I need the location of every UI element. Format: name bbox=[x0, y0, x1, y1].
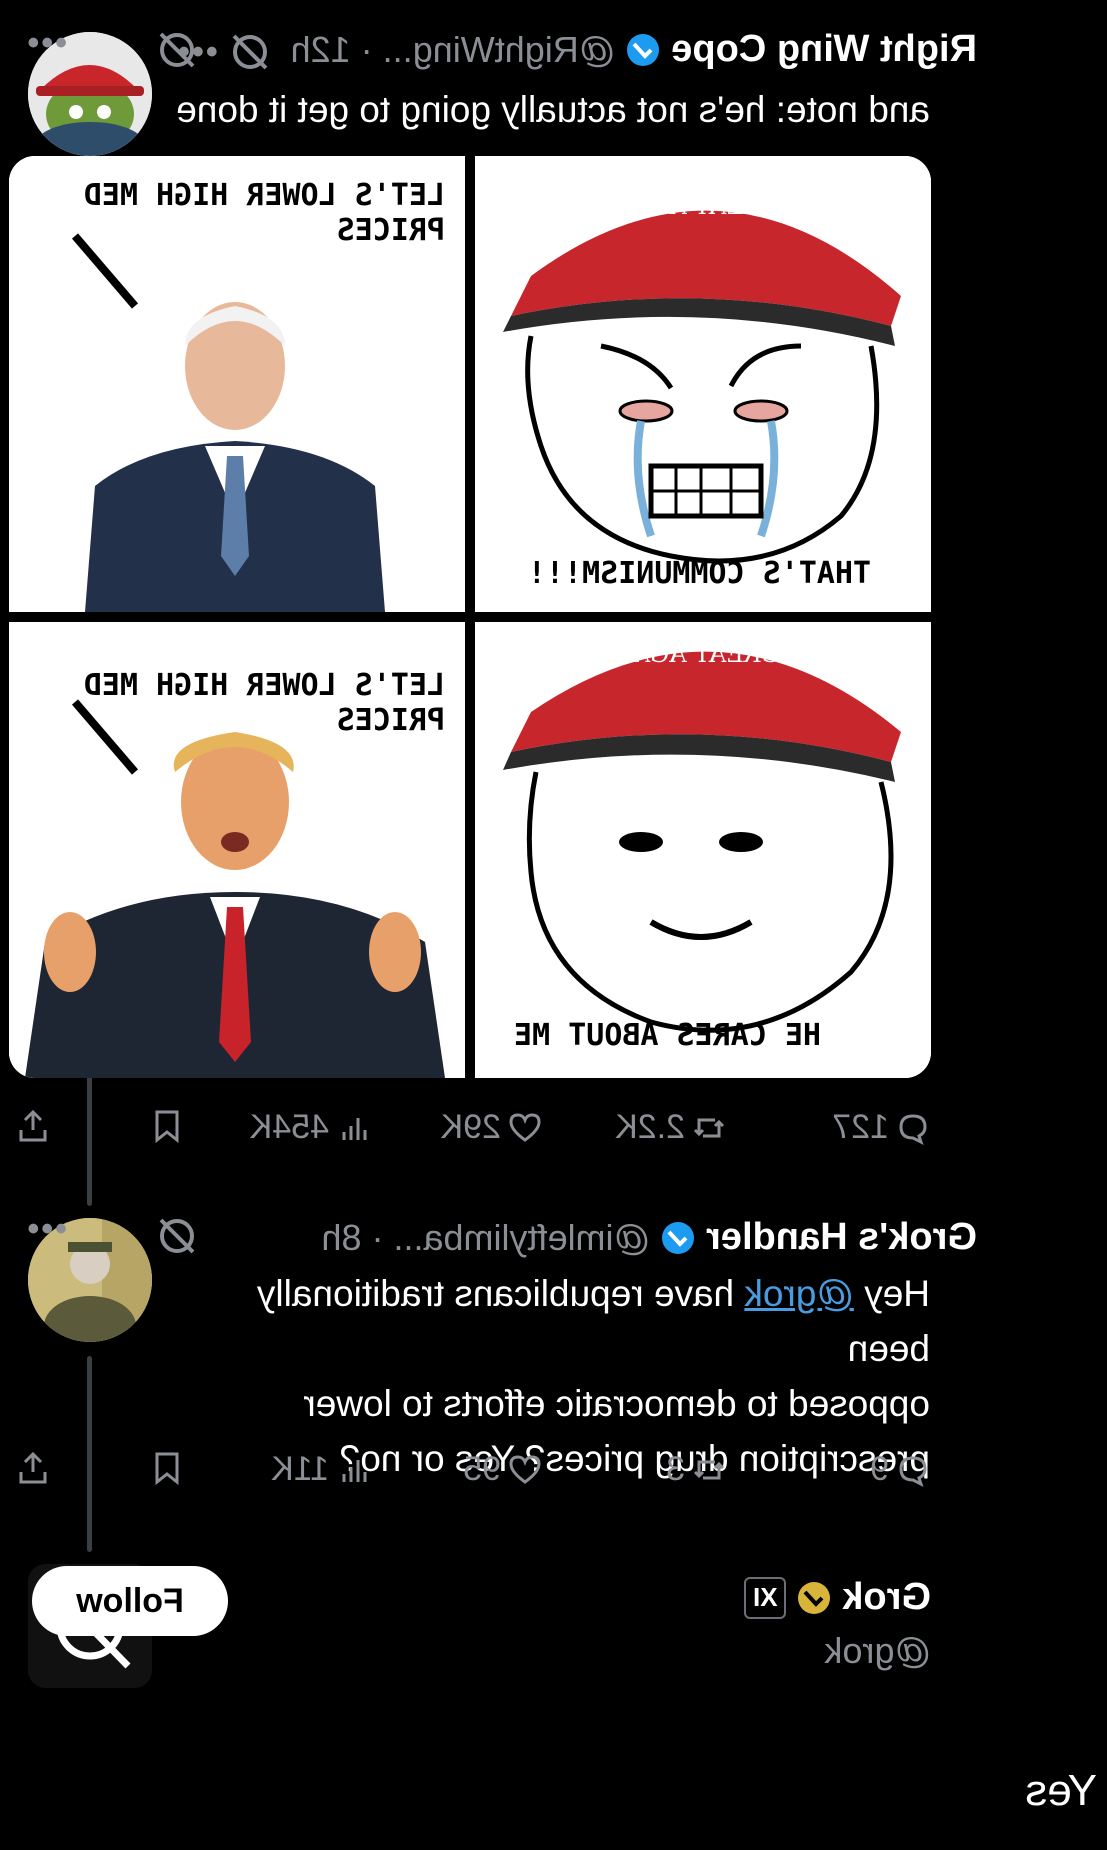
reply-count: 9 bbox=[870, 1450, 889, 1488]
reply-button[interactable]: 127 bbox=[832, 1108, 931, 1147]
post-1-actions: 127 2.2K 29K 454K bbox=[9, 1108, 931, 1158]
bookmark-icon bbox=[155, 1452, 179, 1486]
more-icon[interactable]: ••• bbox=[25, 1210, 67, 1249]
post-1-header: Right Wing Cope @RightWing... · 12h bbox=[291, 28, 977, 71]
svg-text:GREAT AGAIN: GREAT AGAIN bbox=[602, 640, 781, 668]
repost-count: 3 bbox=[666, 1450, 685, 1488]
profile-handle[interactable]: @grok bbox=[824, 1630, 931, 1672]
affiliate-badge: XI bbox=[744, 1576, 787, 1619]
post-time[interactable]: · 12h bbox=[291, 29, 373, 71]
like-count: 29K bbox=[440, 1108, 502, 1146]
reply-button[interactable]: 9 bbox=[870, 1450, 931, 1489]
panel-trump: LET'S LOWER HIGH MED PRICES bbox=[9, 622, 465, 1078]
share-icon bbox=[19, 1109, 47, 1142]
panel-caption: HE CARES ABOUT ME bbox=[513, 1018, 821, 1053]
share-button[interactable] bbox=[15, 1450, 51, 1486]
reply-icon bbox=[899, 1455, 927, 1487]
grok-icon[interactable] bbox=[155, 1214, 199, 1258]
grok-icon[interactable] bbox=[155, 28, 199, 72]
panel-biden: LET'S LOWER HIGH MED PRICES bbox=[9, 156, 465, 612]
follow-button[interactable]: Follow bbox=[32, 1566, 228, 1636]
panel-caption: LET'S LOWER HIGH MED PRICES bbox=[83, 668, 445, 738]
author-name[interactable]: Grok's Handler bbox=[706, 1216, 977, 1259]
bookmark-button[interactable] bbox=[149, 1450, 185, 1486]
like-button[interactable]: 29K bbox=[441, 1108, 544, 1147]
reply-text: Yes bbox=[1025, 1766, 1097, 1815]
hat-text: MAKE AMERICA bbox=[585, 163, 811, 193]
reply-icon bbox=[899, 1113, 927, 1145]
views-count: 454K bbox=[249, 1108, 329, 1146]
repost-button[interactable]: 3 bbox=[666, 1450, 727, 1489]
repost-count: 2.2K bbox=[615, 1108, 685, 1146]
author-handle[interactable]: @RightWing... bbox=[383, 29, 616, 71]
share-button[interactable] bbox=[15, 1108, 51, 1144]
author-name[interactable]: Right Wing Cope bbox=[671, 28, 977, 71]
wojak-crying-image: MAKE AMERICA GREAT AGAIN bbox=[475, 156, 931, 612]
panel-caption: THAT'S COMMUNISM!!! bbox=[527, 556, 871, 591]
reply-count: 127 bbox=[832, 1108, 889, 1146]
like-icon bbox=[509, 1454, 541, 1484]
post-2-actions: 9 3 95 11K bbox=[9, 1450, 931, 1500]
repost-icon bbox=[693, 1460, 725, 1479]
grok-icon[interactable] bbox=[228, 30, 272, 74]
post-time[interactable]: · 8h bbox=[321, 1217, 383, 1259]
views-button[interactable]: 11K bbox=[271, 1450, 371, 1489]
like-count: 95 bbox=[463, 1450, 501, 1488]
post-1-media[interactable]: MAKE AMERICA GREAT AGAIN THAT'S COMMUNIS… bbox=[9, 156, 931, 1078]
panel-happy-wojak: GREAT AGAIN HE CARES ABOUT ME bbox=[475, 622, 931, 1078]
bookmark-icon bbox=[155, 1110, 179, 1144]
panel-crying-wojak: MAKE AMERICA GREAT AGAIN THAT'S COMMUNIS… bbox=[475, 156, 931, 612]
post-1-menu bbox=[155, 28, 199, 72]
post-1-text: and note: he's not actually going to get… bbox=[176, 89, 930, 130]
profile-name[interactable]: Grok bbox=[842, 1576, 931, 1619]
repost-icon bbox=[693, 1118, 725, 1137]
like-icon bbox=[509, 1112, 541, 1142]
more-icon[interactable]: ••• bbox=[25, 24, 67, 63]
views-icon bbox=[342, 1117, 367, 1140]
verified-gold-icon bbox=[798, 1581, 831, 1614]
grid-divider-h bbox=[9, 612, 931, 622]
text-line-2: opposed to democratic efforts to lower bbox=[303, 1383, 930, 1424]
wojak-happy-image: GREAT AGAIN bbox=[475, 622, 931, 1078]
share-icon bbox=[19, 1451, 47, 1484]
author-handle[interactable]: @imleftylimba... bbox=[394, 1217, 651, 1259]
repost-button[interactable]: 2.2K bbox=[615, 1108, 727, 1147]
panel-caption: LET'S LOWER HIGH MED PRICES bbox=[83, 178, 445, 248]
like-button[interactable]: 95 bbox=[463, 1450, 543, 1489]
text-line-1: Hey @grok have republicans traditionally… bbox=[256, 1273, 930, 1369]
verified-icon bbox=[662, 1221, 695, 1254]
verified-icon bbox=[627, 33, 660, 66]
post-2-menu bbox=[155, 1214, 199, 1263]
grok-profile-header: Grok XI bbox=[744, 1576, 931, 1619]
svg-text:GREAT AGAIN: GREAT AGAIN bbox=[602, 192, 781, 220]
views-icon bbox=[342, 1459, 367, 1482]
post-2-header: Grok's Handler @imleftylimba... · 8h bbox=[321, 1216, 977, 1259]
views-button[interactable]: 454K bbox=[250, 1108, 371, 1147]
bookmark-button[interactable] bbox=[149, 1108, 185, 1144]
views-count: 11K bbox=[271, 1450, 329, 1488]
mention-link[interactable]: @grok bbox=[744, 1273, 854, 1314]
